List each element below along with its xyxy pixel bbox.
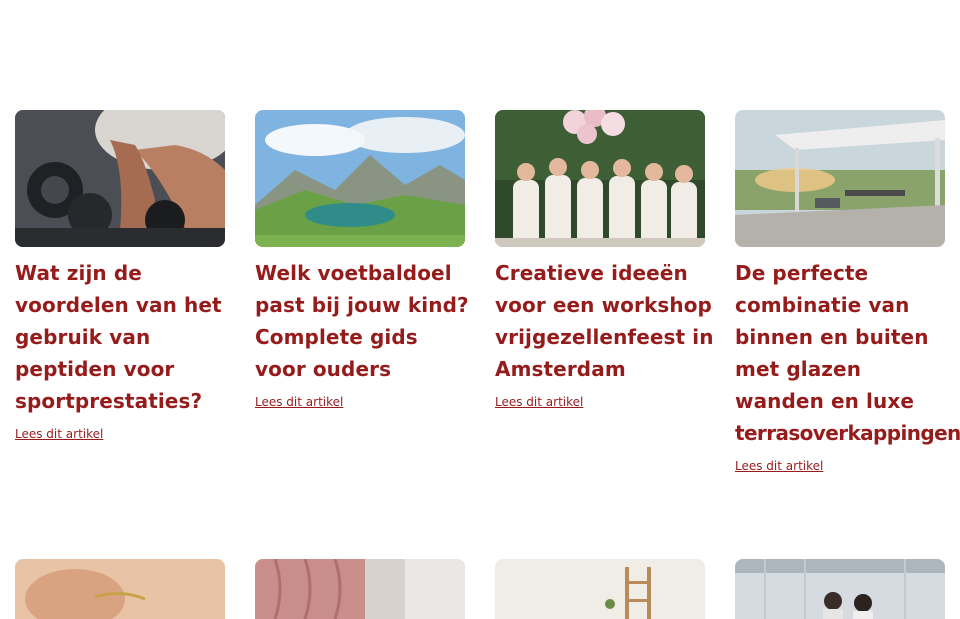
read-more-link[interactable]: Lees dit artikel xyxy=(735,459,823,473)
title-line: combinatie van xyxy=(735,293,910,317)
title-line: voordelen van het xyxy=(15,293,222,317)
title-line: past bij jouw kind? xyxy=(255,293,469,317)
article-image[interactable] xyxy=(495,110,705,247)
title-line: Creatieve ideeën xyxy=(495,261,688,285)
read-more-link[interactable]: Lees dit artikel xyxy=(255,395,343,409)
shelf-interior-photo xyxy=(495,559,705,619)
title-line: sportprestaties? xyxy=(15,389,203,413)
article-title[interactable]: Welk voetbaldoel past bij jouw kind? Com… xyxy=(255,257,469,385)
title-line: voor een workshop xyxy=(495,293,712,317)
title-line: De perfecte xyxy=(735,261,869,285)
title-line: Complete gids xyxy=(255,325,418,349)
article-card: Wat zijn de voordelen van het gebruik va… xyxy=(15,110,225,442)
article-title[interactable]: De perfecte combinatie van binnen en bui… xyxy=(735,257,960,449)
title-line: gebruik van xyxy=(15,325,151,349)
title-line: Wat zijn de xyxy=(15,261,142,285)
article-card: De perfecte combinatie van binnen en bui… xyxy=(735,110,960,474)
article-image[interactable] xyxy=(255,559,465,619)
title-line: voor ouders xyxy=(255,357,392,381)
read-more-link[interactable]: Lees dit artikel xyxy=(15,427,103,441)
jewelry-hand-photo xyxy=(15,559,225,619)
mountain-lake-photo xyxy=(255,110,465,247)
gym-dumbbell-photo xyxy=(15,110,225,247)
title-line: terrasoverkappingen xyxy=(735,421,960,445)
title-line: peptiden voor xyxy=(15,357,175,381)
article-title[interactable]: Wat zijn de voordelen van het gebruik va… xyxy=(15,257,225,417)
article-image[interactable] xyxy=(735,559,945,619)
title-line: Amsterdam xyxy=(495,357,626,381)
article-title[interactable]: Creatieve ideeën voor een workshop vrijg… xyxy=(495,257,714,385)
pink-fabric-photo xyxy=(255,559,465,619)
article-image[interactable] xyxy=(735,110,945,247)
article-card: Creatieve ideeën voor een workshop vrijg… xyxy=(495,110,714,410)
read-more-link[interactable]: Lees dit artikel xyxy=(495,395,583,409)
article-image[interactable] xyxy=(15,110,225,247)
title-line: vrijgezellenfeest in xyxy=(495,325,714,349)
title-line: met glazen xyxy=(735,357,862,381)
article-image[interactable] xyxy=(15,559,225,619)
title-line: wanden en luxe xyxy=(735,389,915,413)
bachelorette-party-photo xyxy=(495,110,705,247)
article-card: Welk voetbaldoel past bij jouw kind? Com… xyxy=(255,110,469,410)
title-line: Welk voetbaldoel xyxy=(255,261,452,285)
terrace-canopy-photo xyxy=(735,110,945,247)
article-image[interactable] xyxy=(255,110,465,247)
office-people-photo xyxy=(735,559,945,619)
article-image[interactable] xyxy=(495,559,705,619)
title-line: binnen en buiten xyxy=(735,325,929,349)
